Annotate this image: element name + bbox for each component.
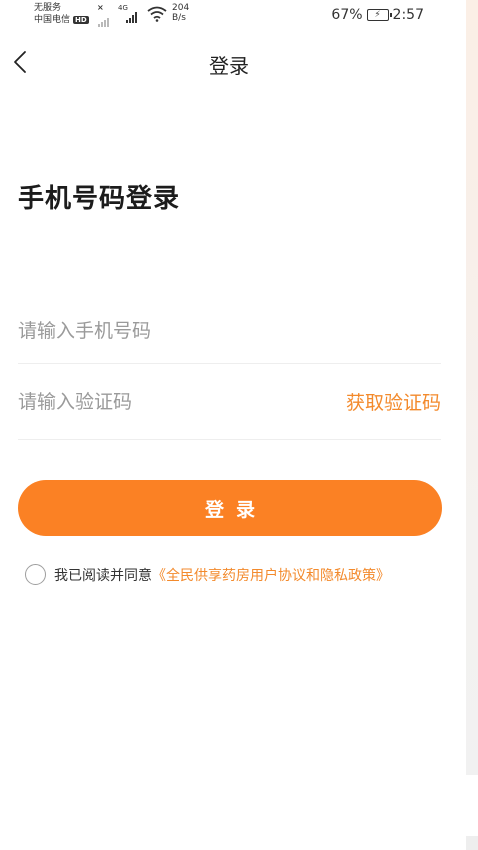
no-service-label: 无服务 [34,3,62,13]
login-button[interactable]: 登录 [18,480,442,536]
clock: 2:57 [392,7,424,23]
network-speed: 204 B/s [172,3,189,23]
carrier-info: 无服务 中国电信 HD [34,2,89,26]
sim1-bars [98,13,109,27]
status-right: 67% ⚡ 2:57 [331,7,424,23]
code-field-row: 获取验证码 [18,380,441,440]
sim2-bars [126,9,137,23]
get-code-button[interactable]: 获取验证码 [346,388,441,415]
wifi-icon [147,6,167,22]
hd-badge: HD [73,16,89,24]
phone-field-row [18,310,441,364]
page-title: 登录 [209,54,249,78]
carrier-line: 中国电信 HD [34,14,89,26]
right-edge-strip [466,0,478,775]
status-bar: 无服务 中国电信 HD × 4G 204 B/s 67% ⚡ 2:57 [0,0,466,30]
phone-input[interactable] [18,311,318,351]
verification-code-input[interactable] [18,382,318,422]
agreement-checkbox[interactable] [25,564,46,585]
nav-bar: 登录 [0,40,466,84]
speed-unit: B/s [172,13,186,23]
speed-value: 204 [172,3,190,13]
no-signal-x-icon: × [97,3,104,12]
battery-percent: 67% [331,7,363,23]
agreement-text: 我已阅读并同意 [54,567,152,584]
agreement-policy-link[interactable]: 《全民供享药房用户协议和隐私政策》 [152,565,390,585]
right-edge-strip-bottom [466,836,478,850]
login-screen: 无服务 中国电信 HD × 4G 204 B/s 67% ⚡ 2:57 登录 手… [0,0,478,850]
carrier-name: 中国电信 [34,15,71,25]
agreement-row: 我已阅读并同意 《全民供享药房用户协议和隐私政策》 [25,564,390,585]
login-heading: 手机号码登录 [18,184,181,214]
battery-charging-icon: ⚡ [366,9,392,21]
